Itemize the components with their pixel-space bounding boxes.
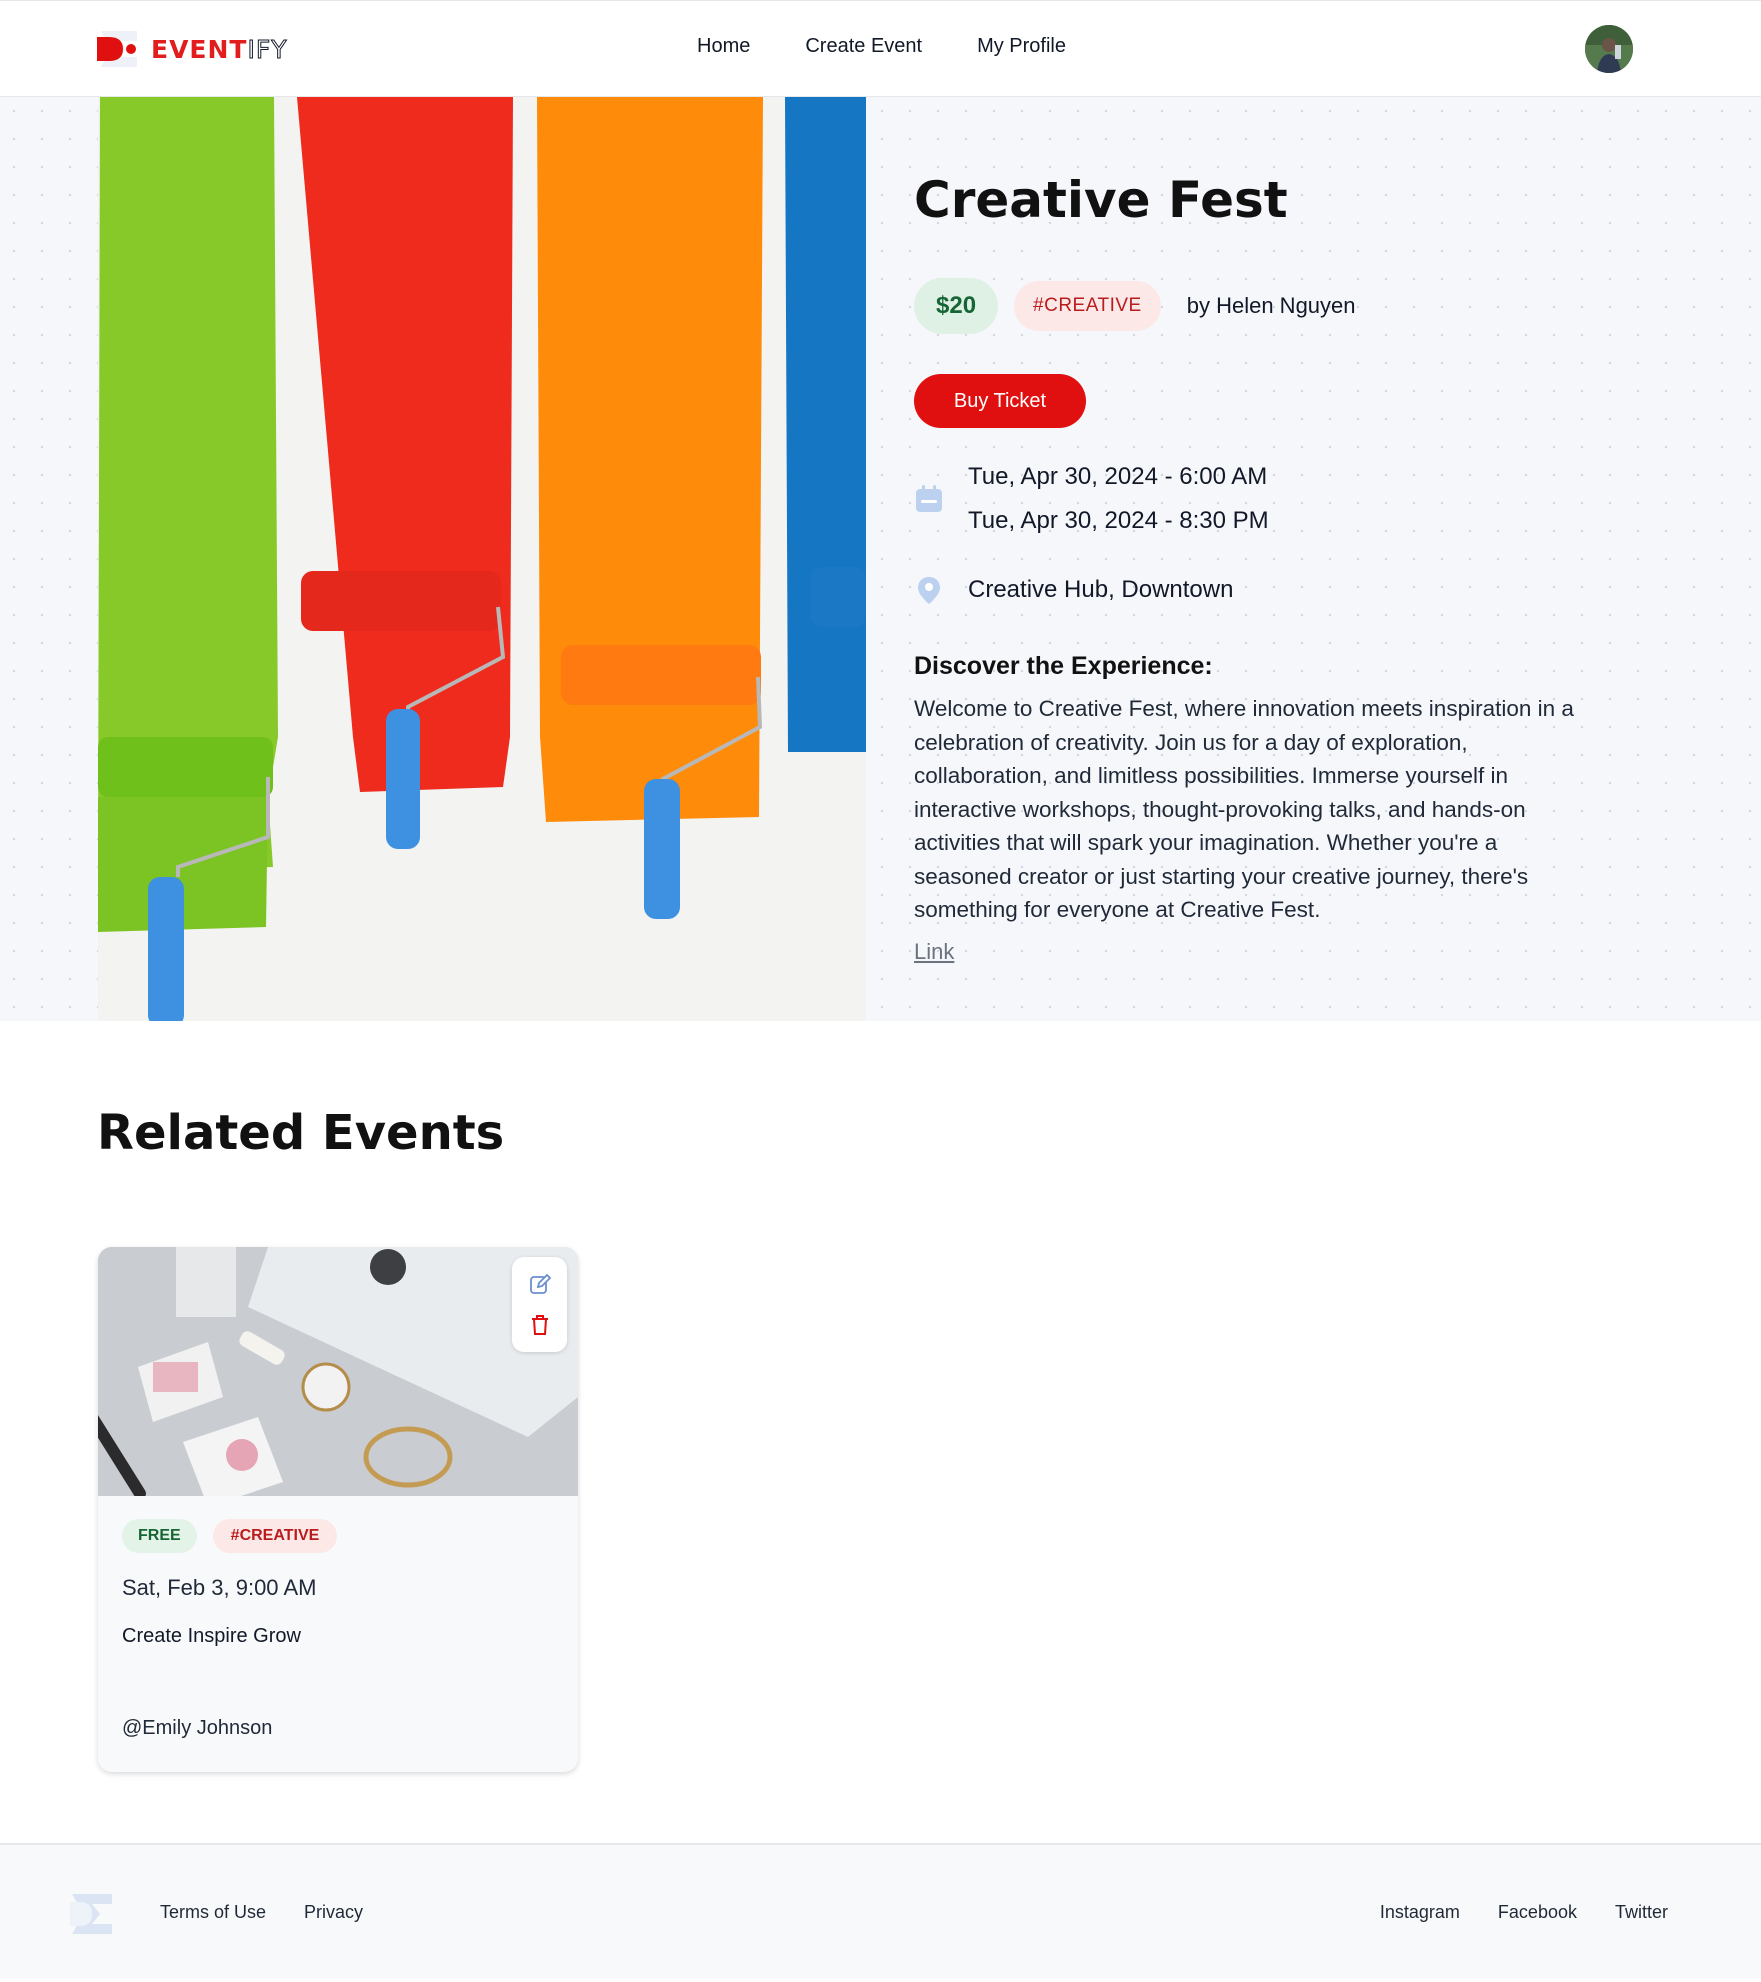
- description-heading: Discover the Experience:: [914, 652, 1213, 680]
- category-tag[interactable]: #CREATIVE: [1014, 281, 1161, 331]
- main-nav: Home Create Event My Profile: [697, 35, 1066, 58]
- event-start: Tue, Apr 30, 2024 - 6:00 AM: [968, 463, 1268, 490]
- footer-privacy-link[interactable]: Privacy: [304, 1902, 363, 1923]
- footer-twitter-link[interactable]: Twitter: [1615, 1902, 1668, 1923]
- footer-legal-links: Terms of Use Privacy: [160, 1902, 363, 1923]
- site-footer: Terms of Use Privacy Instagram Facebook …: [0, 1843, 1761, 1978]
- price-badge: $20: [914, 278, 999, 334]
- footer-logo-icon[interactable]: [70, 1890, 114, 1938]
- location-pin-icon: [914, 575, 944, 605]
- card-date: Sat, Feb 3, 9:00 AM: [122, 1575, 317, 1600]
- event-location: Creative Hub, Downtown: [914, 575, 1233, 605]
- footer-terms-link[interactable]: Terms of Use: [160, 1902, 266, 1923]
- footer-social-links: Instagram Facebook Twitter: [1380, 1902, 1668, 1923]
- nav-my-profile[interactable]: My Profile: [977, 35, 1066, 58]
- event-end: Tue, Apr 30, 2024 - 8:30 PM: [968, 507, 1269, 534]
- nav-create-event[interactable]: Create Event: [805, 35, 922, 58]
- organizer-name: by Helen Nguyen: [1186, 293, 1356, 318]
- footer-instagram-link[interactable]: Instagram: [1380, 1902, 1460, 1923]
- card-price-badge: FREE: [122, 1519, 197, 1553]
- logo-icon: [97, 27, 141, 71]
- nav-home[interactable]: Home: [697, 35, 750, 58]
- card-category-tag: #CREATIVE: [212, 1519, 338, 1553]
- related-events-heading: Related Events: [97, 1105, 505, 1161]
- event-dates: Tue, Apr 30, 2024 - 6:00 AM Tue, Apr 30,…: [914, 463, 1269, 535]
- event-title: Creative Fest: [914, 171, 1288, 229]
- brand-name-part2: IFY: [247, 34, 288, 64]
- event-hero: Creative Fest $20 #CREATIVE by Helen Ngu…: [0, 97, 1761, 1021]
- edit-icon[interactable]: [526, 1270, 554, 1298]
- card-actions: [512, 1257, 567, 1352]
- event-card-image: [98, 1247, 578, 1496]
- trash-icon[interactable]: [526, 1311, 554, 1339]
- card-organizer: @Emily Johnson: [122, 1717, 273, 1739]
- brand-name-part1: EVENT: [151, 34, 248, 64]
- event-badges: $20 #CREATIVE by Helen Nguyen: [914, 278, 1356, 334]
- event-location-text: Creative Hub, Downtown: [968, 576, 1234, 603]
- site-header: EVENTIFY Home Create Event My Profile: [0, 0, 1761, 97]
- event-description: Welcome to Creative Fest, where innovati…: [914, 696, 1574, 922]
- event-card[interactable]: FREE #CREATIVE Sat, Feb 3, 9:00 AM Creat…: [98, 1247, 578, 1772]
- card-event-name[interactable]: Create Inspire Grow: [122, 1625, 301, 1648]
- footer-facebook-link[interactable]: Facebook: [1498, 1902, 1577, 1923]
- event-link[interactable]: Link: [914, 939, 954, 965]
- brand-name: EVENTIFY: [151, 34, 288, 64]
- logo[interactable]: EVENTIFY: [97, 27, 288, 71]
- buy-ticket-button[interactable]: Buy Ticket: [914, 374, 1086, 428]
- calendar-icon: [914, 484, 944, 514]
- card-badges: FREE #CREATIVE: [122, 1519, 338, 1553]
- event-image: [98, 97, 866, 1021]
- avatar[interactable]: [1585, 25, 1633, 73]
